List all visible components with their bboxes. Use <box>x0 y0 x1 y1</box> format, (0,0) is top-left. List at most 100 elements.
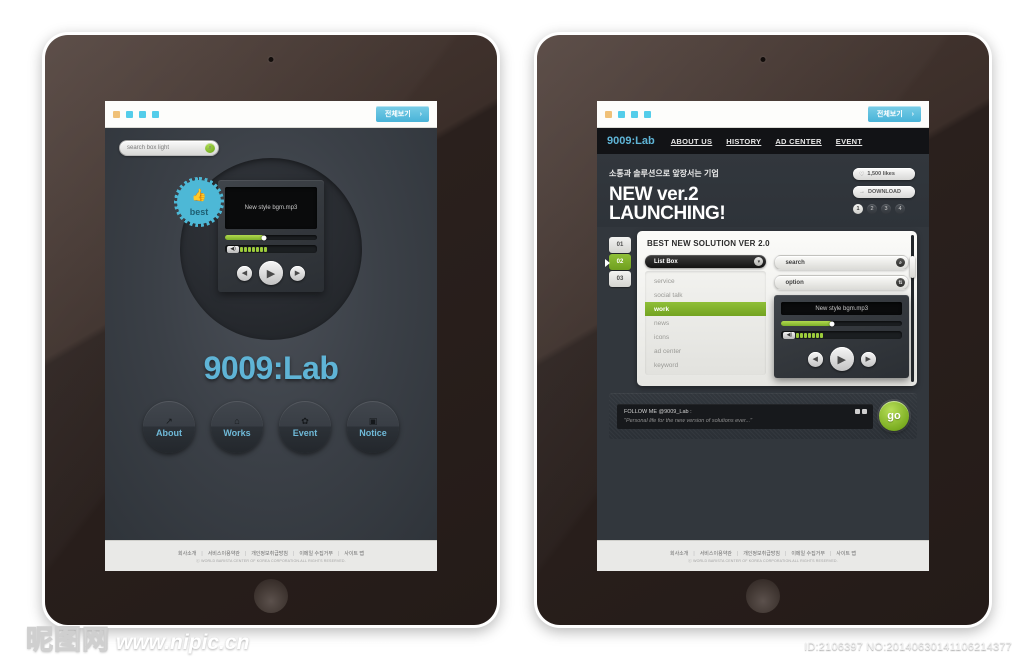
nav-circle-label: About <box>156 427 182 438</box>
player-controls: ◀ ▶ ▶ <box>781 347 902 371</box>
pagination-dot-2[interactable]: 2 <box>867 204 877 214</box>
footer-link[interactable]: 회사소개 <box>670 550 688 557</box>
chevron-right-icon: › <box>419 110 422 118</box>
footer-separator: | <box>201 550 203 557</box>
progress-slider[interactable] <box>781 321 902 326</box>
progress-slider[interactable] <box>225 235 317 240</box>
speaker-icon[interactable]: ◀) <box>783 331 796 339</box>
footer-link[interactable]: 개인정보취급방침 <box>251 550 288 557</box>
arrow-up-right-icon: ↗ <box>165 415 173 426</box>
volume-segment <box>816 332 820 338</box>
footer-link[interactable]: 사이트 맵 <box>344 550 364 557</box>
list-item[interactable]: news <box>645 316 766 330</box>
volume-segment <box>252 246 255 252</box>
likes-button[interactable]: ♡ 1,500 likes <box>853 168 915 180</box>
progress-knob[interactable] <box>829 321 835 326</box>
footer-link[interactable]: 서비스이용약관 <box>208 550 240 557</box>
nav-item-ad-center[interactable]: AD CENTER <box>775 137 821 146</box>
search-input[interactable]: search box light ⌕ <box>119 140 219 156</box>
next-tweet-icon[interactable] <box>862 408 867 414</box>
hero-title-line1: NEW ver.2 <box>609 184 699 205</box>
side-tabs: 01 02 03 <box>605 237 631 386</box>
progress-knob[interactable] <box>261 235 267 240</box>
music-player-left: New style bgm.mp3 ◀) ◀ ▶ ▶ <box>218 180 324 292</box>
play-button[interactable]: ▶ <box>259 261 283 285</box>
chrome-dot <box>139 110 146 118</box>
next-button[interactable]: ▶ <box>290 265 305 281</box>
list-item-selected[interactable]: work <box>645 302 767 316</box>
search-icon[interactable]: ⌕ <box>205 143 215 153</box>
nav-circle-notice[interactable]: ▣ Notice <box>347 401 399 453</box>
side-tab-03[interactable]: 03 <box>609 271 631 287</box>
player-controls: ◀ ▶ ▶ <box>225 261 317 285</box>
nav-item-history[interactable]: HISTORY <box>726 137 761 146</box>
search-icon[interactable]: ⌕ <box>896 258 905 267</box>
view-all-button[interactable]: 전체보기 › <box>867 106 921 122</box>
chrome-dot <box>618 110 625 118</box>
previous-button[interactable]: ◀ <box>237 265 252 281</box>
nav-circle-event[interactable]: ✿ Event <box>279 401 331 453</box>
option-field-label: option <box>785 279 804 286</box>
footer-separator: | <box>829 550 832 557</box>
list-box-dropdown[interactable]: List Box ▾ <box>645 255 767 268</box>
search-field[interactable]: search ⌕ <box>774 255 909 270</box>
badge-starburst <box>174 177 224 227</box>
pagination-dot-3[interactable]: 3 <box>881 204 891 214</box>
side-tab-01[interactable]: 01 <box>609 237 631 253</box>
download-button[interactable]: → DOWNLOAD <box>853 186 915 198</box>
front-camera-icon <box>760 57 766 62</box>
previous-button[interactable]: ◀ <box>807 351 823 367</box>
next-button[interactable]: ▶ <box>860 351 876 367</box>
page-title: 9009:Lab <box>203 350 339 386</box>
nav-item-about-us[interactable]: ABOUT US <box>671 137 713 146</box>
chrome-dot <box>631 110 638 118</box>
side-tab-02[interactable]: 02 <box>609 254 631 270</box>
list-item[interactable]: ad center <box>645 344 766 358</box>
volume-slider[interactable]: ◀) <box>225 245 317 253</box>
follow-handle: FOLLOW ME @9009_Lab : <box>624 408 692 415</box>
browser-chrome-left: 전체보기 › <box>105 101 437 128</box>
list-item[interactable]: icons <box>645 330 766 344</box>
volume-segment <box>256 246 259 252</box>
front-camera-icon <box>268 57 274 62</box>
nav-circle-about[interactable]: ↗ About <box>143 401 195 453</box>
speaker-icon[interactable]: ◀) <box>227 245 239 253</box>
footer-link[interactable]: 회사소개 <box>178 550 196 557</box>
pagination-dot-1[interactable]: 1 <box>853 204 863 214</box>
go-button[interactable]: go <box>879 401 909 431</box>
option-field[interactable]: option ⇅ <box>774 275 909 290</box>
nav-item-event[interactable]: EVENT <box>836 137 863 146</box>
site-logo[interactable]: 9009:Lab <box>607 135 655 147</box>
home-button[interactable] <box>746 579 780 613</box>
nav-circle-works[interactable]: ⌂ Works <box>211 401 263 453</box>
nav-circles: ↗ About ⌂ Works ✿ Event ▣ Notice <box>105 401 437 453</box>
list-item[interactable]: keyword <box>645 358 766 372</box>
stepper-icon[interactable]: ⇅ <box>896 278 905 287</box>
pagination-dot-4[interactable]: 4 <box>895 204 905 214</box>
browser-chrome-right: 전체보기 › <box>597 101 929 128</box>
footer-link[interactable]: 개인정보취급방침 <box>743 550 780 557</box>
footer-link[interactable]: 서비스이용약관 <box>700 550 732 557</box>
hero-pagination: 1 2 3 4 <box>853 204 915 214</box>
footer-link[interactable]: 이메일 수집거부 <box>299 550 333 557</box>
chrome-dots <box>113 110 159 118</box>
right-tablet: 전체보기 › 9009:Lab ABOUT US HISTORY AD CENT… <box>534 32 992 628</box>
prev-tweet-icon[interactable] <box>855 408 860 414</box>
download-label: DOWNLOAD <box>868 189 901 195</box>
follow-bar: FOLLOW ME @9009_Lab : "Personal life for… <box>609 393 917 439</box>
volume-segment <box>800 332 804 338</box>
vertical-scrollbar[interactable] <box>910 235 915 382</box>
list-item[interactable]: service <box>645 274 766 288</box>
home-button[interactable] <box>254 579 288 613</box>
play-button[interactable]: ▶ <box>829 347 854 371</box>
view-all-button[interactable]: 전체보기 › <box>375 106 429 122</box>
chevron-down-icon[interactable]: ▾ <box>754 257 764 266</box>
list-item[interactable]: social talk <box>645 288 766 302</box>
scrollbar-thumb[interactable] <box>910 255 915 278</box>
volume-segment <box>248 246 251 252</box>
volume-slider[interactable]: ◀) <box>781 331 902 339</box>
footer-link[interactable]: 이메일 수집거부 <box>791 550 825 557</box>
footer-copyright: ⓒ WORLD BARISTA CENTER OF KOREA CORPORAT… <box>196 559 346 563</box>
footer-separator: | <box>785 550 787 557</box>
footer-link[interactable]: 사이트 맵 <box>836 550 856 557</box>
